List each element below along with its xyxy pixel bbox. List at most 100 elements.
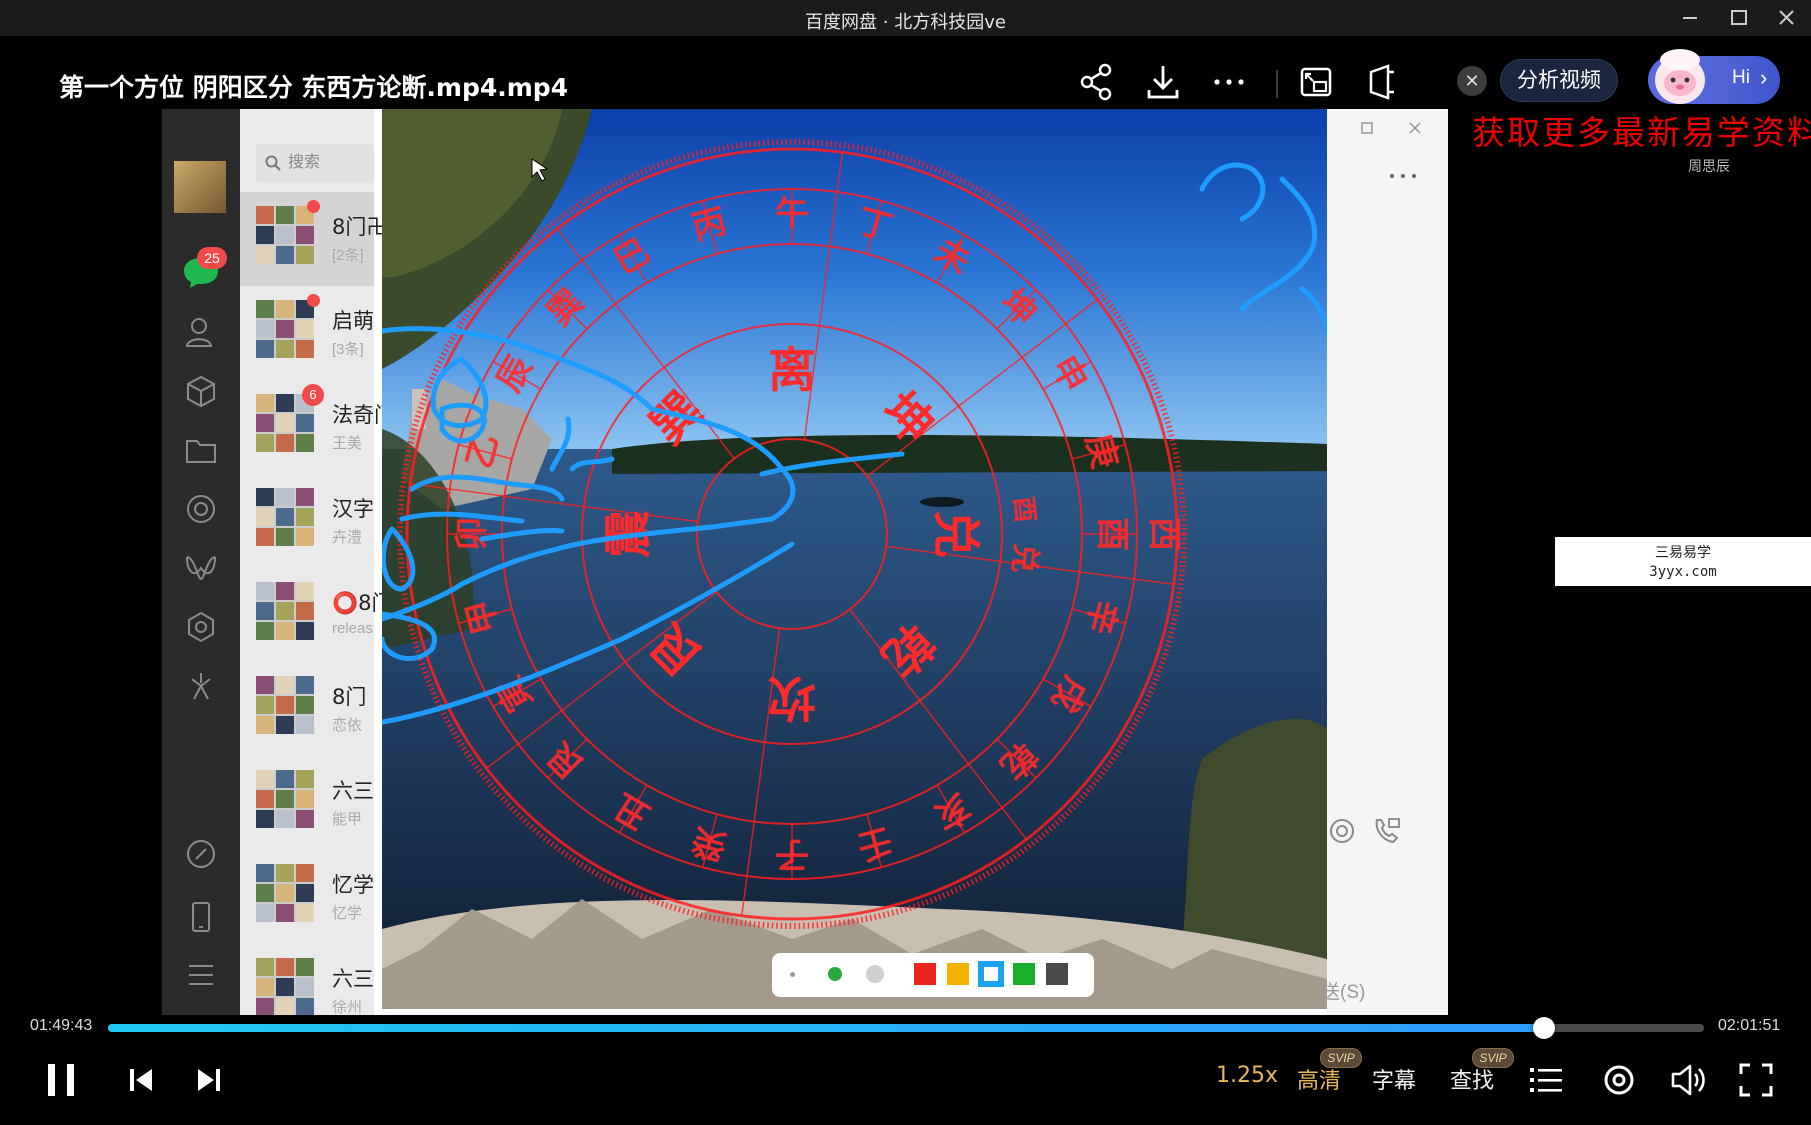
- branch-label: 午: [775, 194, 809, 234]
- wechat-user-avatar: [174, 161, 226, 213]
- chat-name: 汉字: [332, 497, 374, 521]
- sticker-brand: 三易易学: [1655, 545, 1711, 561]
- branch-label: 卯: [452, 517, 492, 551]
- chat-list-item[interactable]: 汉字 卉澧: [240, 474, 374, 568]
- wechat-conversation-pane: 送(S): [1321, 109, 1448, 1015]
- chat-list-item[interactable]: ⭕8门 releas: [240, 568, 393, 662]
- maximize-icon: [1731, 10, 1747, 25]
- chat-list-item[interactable]: 启萌 [3条]: [240, 286, 374, 380]
- close-panel-button[interactable]: ✕: [1457, 66, 1487, 96]
- chat-list-item[interactable]: 忆学 忆学: [240, 850, 374, 944]
- download-icon: [1147, 66, 1179, 99]
- unread-count-badge: 6: [302, 384, 324, 406]
- pin-button[interactable]: [1360, 60, 1404, 104]
- search-icon: [265, 155, 281, 171]
- chat-list-item[interactable]: 六三 徐州: [240, 944, 374, 1015]
- small-label: 西: [1144, 517, 1184, 551]
- link-icon: [187, 840, 215, 868]
- channels-icon: [186, 556, 216, 581]
- trigram-label: 坎: [768, 670, 816, 726]
- group-avatar: [256, 770, 314, 828]
- site-sticker: 三易易学 3yyx.com: [1555, 537, 1811, 586]
- chat-list-item[interactable]: 8门卍 [2条]: [240, 192, 387, 286]
- brush-size-small-dot[interactable]: [790, 972, 795, 977]
- volume-button[interactable]: [1664, 1055, 1714, 1105]
- brush-size-dot[interactable]: [828, 967, 842, 981]
- close-window-button[interactable]: [1766, 5, 1806, 31]
- chat-name: 六三: [332, 967, 374, 991]
- next-button[interactable]: [183, 1055, 233, 1105]
- subtitles-button[interactable]: 字幕: [1372, 1063, 1416, 1095]
- wechat-chat-list: 搜索 8门卍 [2条] 启萌 [3条] 6 法奇门 王美 汉字 卉澧 ⭕8门 releas 8门 恋依六…: [240, 109, 395, 1015]
- playback-speed-button[interactable]: 1.25x: [1216, 1063, 1278, 1088]
- chat-list-item[interactable]: 六三 能甲: [240, 756, 374, 850]
- analyze-video-button[interactable]: 分析视频: [1500, 59, 1618, 102]
- red-dot: [307, 294, 320, 307]
- color-swatch[interactable]: [978, 961, 1004, 987]
- close-icon[interactable]: [1407, 120, 1423, 136]
- unread-badge: 25: [197, 247, 227, 269]
- pause-icon: [48, 1064, 74, 1096]
- progress-bar[interactable]: [108, 1017, 1704, 1039]
- video-frame[interactable]: 25 搜索 8门卍 [2条] 启萌 [3条] 6 法奇门 王美 汉字 卉澧 ⭕8门 releas 8门…: [162, 109, 1448, 1015]
- playlist-button[interactable]: [1522, 1055, 1572, 1105]
- maximize-button[interactable]: [1718, 5, 1758, 31]
- video-title: 第一个方位 阴阳区分 东西方论断.mp4.mp4: [59, 73, 569, 102]
- minimize-button[interactable]: [1670, 5, 1710, 31]
- skip-previous-icon: [130, 1069, 152, 1091]
- color-swatch[interactable]: [1046, 963, 1068, 985]
- picture-in-picture-button[interactable]: [1294, 60, 1338, 104]
- brush-size-dot[interactable]: [866, 965, 884, 983]
- group-avatar: [256, 488, 314, 546]
- ai-assistant-button[interactable]: Hi ›: [1648, 49, 1780, 104]
- trigram-label: 兑: [928, 510, 984, 558]
- restore-icon[interactable]: [1359, 120, 1375, 136]
- chat-name: 忆学: [332, 873, 374, 897]
- quality-button[interactable]: 高清: [1297, 1063, 1341, 1095]
- chat-preview: 能甲: [332, 811, 363, 828]
- share-button[interactable]: [1075, 60, 1119, 104]
- previous-button[interactable]: [117, 1055, 167, 1105]
- box-icon: [187, 375, 215, 408]
- group-avatar: [256, 864, 314, 922]
- color-swatch[interactable]: [914, 963, 936, 985]
- more-icon[interactable]: [1387, 171, 1421, 181]
- promo-watermark: 获取更多最新易学资料 加: [1472, 113, 1811, 152]
- red-dot: [307, 200, 320, 213]
- send-button-label[interactable]: 送(S): [1321, 977, 1365, 1004]
- mini-program-icon: [188, 611, 214, 643]
- progress-handle[interactable]: [1533, 1017, 1556, 1039]
- record-icon[interactable]: [1327, 816, 1357, 846]
- find-button[interactable]: 查找: [1450, 1063, 1494, 1095]
- chat-preview: 徐州: [332, 999, 363, 1015]
- video-player-window: 百度网盘 · 北方科技园ve 第一个方位 阴阳区分 东西方论断.mp4.mp4: [0, 0, 1811, 1125]
- group-avatar: [256, 206, 314, 264]
- assistant-greeting: Hi: [1732, 67, 1750, 88]
- chat-preview: 卉澧: [332, 529, 363, 546]
- chat-name: 六三: [332, 779, 374, 803]
- branch-label: 子: [775, 834, 809, 874]
- menu-icon: [189, 965, 213, 985]
- color-swatch[interactable]: [947, 963, 969, 985]
- phone-icon: [192, 902, 210, 932]
- small-label: 兑: [1005, 542, 1043, 575]
- wechat-sidebar: 25: [162, 109, 240, 1015]
- video-call-icon[interactable]: [1371, 814, 1405, 848]
- settings-button[interactable]: [1594, 1055, 1644, 1105]
- search-feature-icon: [191, 673, 211, 700]
- group-avatar: [256, 676, 314, 734]
- chat-preview: [3条]: [332, 341, 364, 358]
- chat-list-item[interactable]: 8门 恋依: [240, 662, 374, 756]
- chat-preview: 王美: [332, 435, 363, 452]
- moments-icon: [187, 495, 215, 523]
- more-button[interactable]: [1207, 60, 1251, 104]
- color-swatch[interactable]: [1013, 963, 1035, 985]
- window-titlebar: 百度网盘 · 北方科技园ve: [0, 0, 1811, 36]
- download-button[interactable]: [1141, 60, 1185, 104]
- chat-name: 8门: [332, 685, 367, 709]
- pause-button[interactable]: [37, 1055, 87, 1105]
- fullscreen-button[interactable]: [1731, 1055, 1781, 1105]
- search-placeholder: 搜索: [288, 154, 321, 171]
- chat-list-item[interactable]: 6 法奇门 王美: [240, 380, 395, 474]
- wechat-search-input[interactable]: 搜索: [256, 144, 374, 182]
